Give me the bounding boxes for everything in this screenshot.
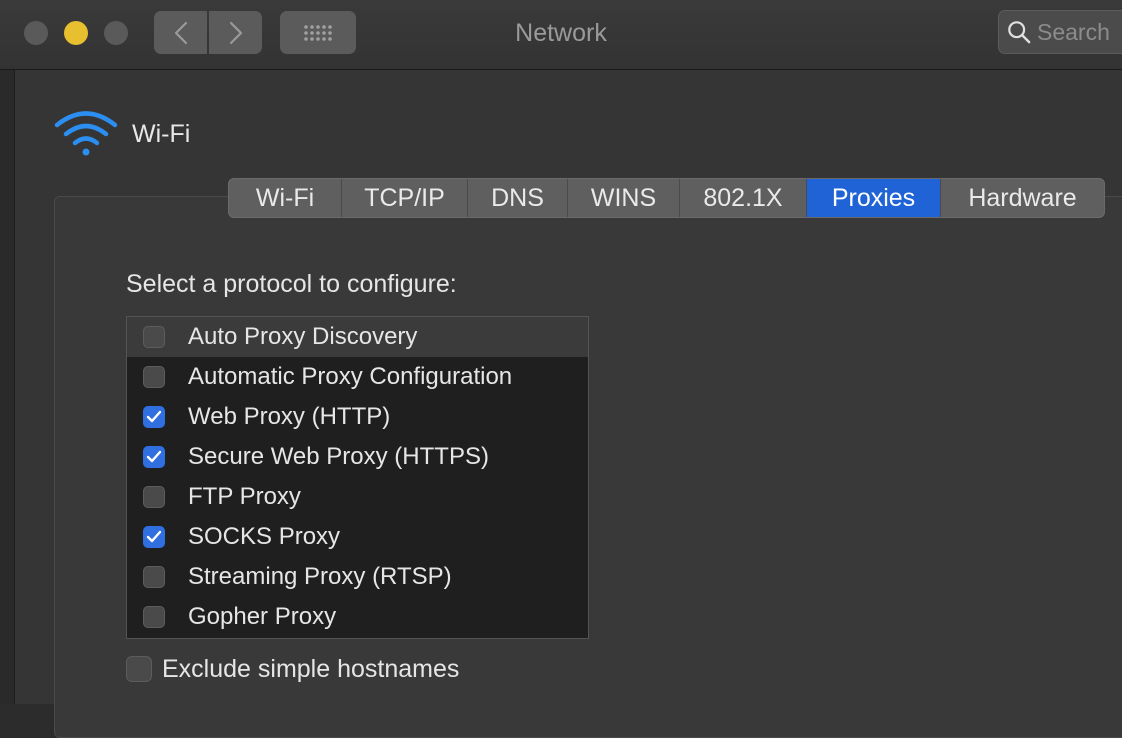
search-input[interactable]	[1037, 18, 1122, 46]
minimize-window-button[interactable]	[64, 21, 88, 45]
tab-wifi[interactable]: Wi-Fi	[229, 179, 342, 217]
chevron-left-icon	[174, 21, 187, 44]
checkbox[interactable]	[143, 566, 165, 588]
checkbox[interactable]	[143, 366, 165, 388]
wifi-icon	[54, 111, 118, 156]
checkbox[interactable]	[143, 446, 165, 468]
forward-button[interactable]	[209, 11, 262, 54]
tab-proxies[interactable]: Proxies	[807, 179, 941, 217]
list-item-label: Auto Proxy Discovery	[188, 323, 418, 350]
close-window-button[interactable]	[24, 21, 48, 45]
grid-icon	[304, 24, 332, 41]
checkbox[interactable]	[143, 326, 165, 348]
checkbox[interactable]	[143, 486, 165, 508]
interface-header: Wi-Fi	[54, 108, 190, 160]
list-item-label: Automatic Proxy Configuration	[188, 363, 513, 390]
list-item[interactable]: Streaming Proxy (RTSP)	[127, 557, 588, 597]
exclude-simple-hostnames-checkbox[interactable]	[126, 656, 152, 682]
show-all-button[interactable]	[280, 11, 356, 54]
checkbox[interactable]	[143, 606, 165, 628]
sidebar-edge	[0, 70, 15, 704]
tab-dns[interactable]: DNS	[468, 179, 568, 217]
search-icon	[1008, 21, 1031, 44]
list-item[interactable]: FTP Proxy	[127, 477, 588, 517]
list-item[interactable]: Auto Proxy Discovery	[127, 317, 588, 357]
tab-wins[interactable]: WINS	[568, 179, 680, 217]
chevron-right-icon	[229, 21, 242, 44]
list-item[interactable]: Secure Web Proxy (HTTPS)	[127, 437, 588, 477]
checkbox[interactable]	[143, 526, 165, 548]
list-item[interactable]: Gopher Proxy	[127, 597, 588, 637]
tab-8021x[interactable]: 802.1X	[680, 179, 807, 217]
list-item[interactable]: Automatic Proxy Configuration	[127, 357, 588, 397]
exclude-simple-hostnames[interactable]: Exclude simple hostnames	[126, 653, 459, 685]
exclude-simple-hostnames-label: Exclude simple hostnames	[162, 654, 460, 683]
list-item-label: FTP Proxy	[188, 483, 301, 510]
back-button[interactable]	[154, 11, 207, 54]
list-item-label: Streaming Proxy (RTSP)	[188, 563, 452, 590]
list-item-label: SOCKS Proxy	[188, 523, 341, 550]
tab-tcpip[interactable]: TCP/IP	[342, 179, 468, 217]
tab-bar: Wi-Fi TCP/IP DNS WINS 802.1X Proxies Har…	[228, 178, 1105, 218]
checkmark-icon	[146, 530, 162, 543]
interface-name: Wi-Fi	[132, 119, 191, 148]
list-item-label: Web Proxy (HTTP)	[188, 403, 391, 430]
list-item[interactable]: SOCKS Proxy	[127, 517, 588, 557]
protocol-list[interactable]: Auto Proxy Discovery Automatic Proxy Con…	[126, 316, 589, 639]
checkmark-icon	[146, 410, 162, 423]
search-field[interactable]	[998, 10, 1122, 54]
list-item-label: Secure Web Proxy (HTTPS)	[188, 443, 489, 470]
list-item-label: Gopher Proxy	[188, 603, 337, 630]
checkmark-icon	[146, 450, 162, 463]
list-item[interactable]: Web Proxy (HTTP)	[127, 397, 588, 437]
protocol-section-label: Select a protocol to configure:	[126, 270, 457, 298]
zoom-window-button[interactable]	[104, 21, 128, 45]
tab-hardware[interactable]: Hardware	[941, 179, 1104, 217]
title-bar: Network	[0, 0, 1122, 70]
checkbox[interactable]	[143, 406, 165, 428]
